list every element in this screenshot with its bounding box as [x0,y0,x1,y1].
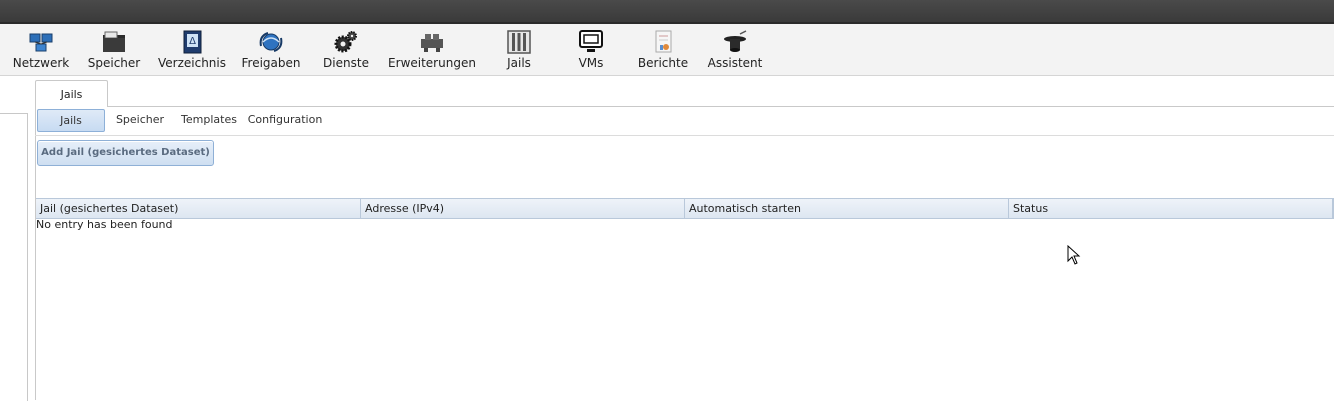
jail-bars-icon [507,30,531,54]
column-header-address[interactable]: Adresse (IPv4) [361,199,685,218]
toolbar-item-berichte[interactable]: Berichte [636,24,690,75]
left-navigation-panel [0,113,28,401]
toolbar-item-assistent[interactable]: Assistent [704,24,766,75]
toolbar-item-erweiterungen[interactable]: Erweiterungen [388,24,476,75]
toolbar-item-verzeichnis[interactable]: Δ Verzeichnis [156,24,228,75]
main-toolbar: Netzwerk Speicher Δ Verzeichnis Freigabe… [0,24,1334,76]
report-icon [655,30,672,53]
column-header-jail[interactable]: Jail (gesichertes Dataset) [36,199,361,218]
toolbar-label: Berichte [637,56,689,70]
wizard-hat-icon [724,30,747,52]
toolbar-label: VMs [578,56,604,70]
toolbar-label: Netzwerk [12,56,70,70]
toolbar-item-speicher[interactable]: Speicher [84,24,144,75]
toolbar-label: Jails [507,56,531,70]
subtab-templates[interactable]: Templates [177,109,241,130]
tab-divider [35,106,1334,107]
toolbar-label: Erweiterungen [388,56,476,70]
monitor-icon [579,30,603,52]
network-icon [29,33,53,52]
mouse-cursor-icon [1067,245,1081,265]
plugins-icon [421,34,443,52]
subtab-divider [35,135,1334,136]
sharing-globe-icon [259,32,283,52]
toolbar-label: Freigaben [241,56,301,70]
subtab-speicher[interactable]: Speicher [112,109,168,130]
column-header-autostart[interactable]: Automatisch starten [685,199,1009,218]
toolbar-item-dienste[interactable]: Dienste [318,24,374,75]
directory-book-icon: Δ [183,30,202,54]
toolbar-label: Verzeichnis [157,56,226,70]
toolbar-item-netzwerk[interactable]: Netzwerk [8,24,74,75]
window-title-bar [0,0,1334,24]
table-header: Jail (gesichertes Dataset) Adresse (IPv4… [36,198,1334,219]
add-jail-button[interactable]: Add Jail (gesichertes Dataset) [37,140,214,166]
content-border [35,106,36,400]
tab-jails[interactable]: Jails [35,80,108,107]
empty-table-message: No entry has been found [36,218,173,231]
toolbar-item-freigaben[interactable]: Freigaben [238,24,304,75]
column-header-status[interactable]: Status [1009,199,1333,218]
folder-icon [103,31,125,52]
tab-divider [36,106,106,107]
subtab-configuration[interactable]: Configuration [246,109,324,130]
svg-text:Δ: Δ [189,36,196,47]
toolbar-label: Dienste [323,56,369,70]
gears-icon [334,31,357,53]
toolbar-item-jails[interactable]: Jails [494,24,544,75]
toolbar-label: Assistent [707,56,763,70]
toolbar-item-vms[interactable]: VMs [566,24,616,75]
subtab-jails[interactable]: Jails [37,109,105,132]
toolbar-label: Speicher [87,56,141,70]
